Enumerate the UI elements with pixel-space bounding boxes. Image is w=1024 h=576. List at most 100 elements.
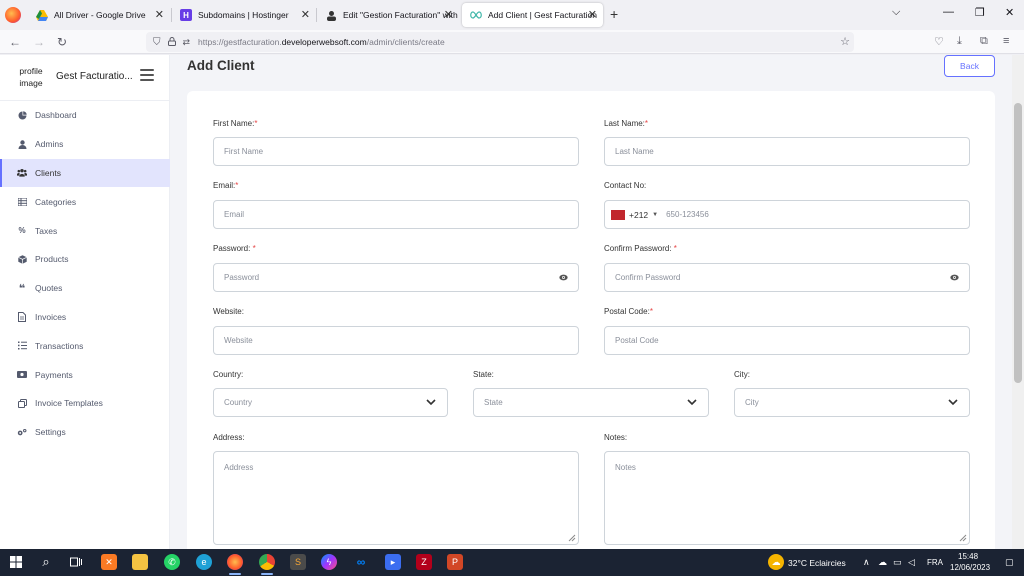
postal-code-input[interactable]: Postal Code bbox=[604, 326, 970, 355]
download-icon[interactable]: ⤓ bbox=[957, 35, 962, 48]
address-textarea[interactable]: Address bbox=[213, 451, 579, 545]
sidebar-item-invoice-templates[interactable]: Invoice Templates bbox=[0, 389, 170, 418]
tab-add-client[interactable]: Add Client | Gest Facturation ✕ bbox=[462, 3, 603, 27]
windows-start-icon[interactable] bbox=[8, 554, 24, 570]
resize-grip-icon[interactable] bbox=[568, 534, 576, 542]
chevron-down-icon[interactable] bbox=[686, 396, 698, 408]
tab-hostinger[interactable]: H Subdomains | Hostinger ✕ bbox=[172, 3, 316, 27]
language-indicator[interactable]: FRA bbox=[927, 558, 943, 567]
clock-date[interactable]: 12/06/2023 bbox=[950, 563, 990, 572]
firefox-taskbar-icon[interactable] bbox=[227, 554, 243, 570]
sidebar-item-label: Settings bbox=[35, 427, 66, 438]
morocco-flag-icon[interactable] bbox=[611, 209, 625, 220]
close-window-icon[interactable]: ✕ bbox=[1005, 6, 1014, 19]
minimize-icon[interactable]: — bbox=[943, 6, 954, 18]
messenger-icon[interactable]: ϟ bbox=[321, 554, 337, 570]
confirm-password-label: Confirm Password: * bbox=[604, 244, 677, 253]
sidebar-item-invoices[interactable]: Invoices bbox=[0, 303, 170, 332]
sidebar-item-admins[interactable]: Admins bbox=[0, 130, 170, 159]
menu-icon[interactable]: ≡ bbox=[1003, 35, 1009, 47]
eye-icon[interactable] bbox=[559, 273, 568, 282]
sidebar-item-dashboard[interactable]: Dashboard bbox=[0, 101, 170, 130]
sidebar-item-taxes[interactable]: % Taxes bbox=[0, 216, 170, 245]
sublime-text-icon[interactable]: S bbox=[290, 554, 306, 570]
close-tab-icon[interactable]: ✕ bbox=[588, 8, 597, 21]
country-select[interactable]: Country bbox=[213, 388, 448, 417]
weather-text[interactable]: 32°C Eclaircies bbox=[788, 558, 846, 568]
lock-icon[interactable] bbox=[167, 36, 176, 48]
reload-icon[interactable]: ↻ bbox=[57, 35, 67, 49]
password-input[interactable]: Password bbox=[213, 263, 579, 292]
back-button[interactable]: Back bbox=[944, 55, 995, 77]
notifications-icon[interactable]: ▢ bbox=[1005, 557, 1014, 568]
contact-input[interactable]: +212 ▼ 650-123456 bbox=[604, 200, 970, 229]
onedrive-icon[interactable]: ☁ bbox=[878, 557, 887, 568]
weather-icon[interactable]: ☁ bbox=[768, 554, 784, 570]
close-tab-icon[interactable]: ✕ bbox=[301, 8, 310, 21]
url-text[interactable]: https://gestfacturation.developerwebsoft… bbox=[198, 37, 445, 47]
pocket-icon[interactable]: ♡ bbox=[934, 35, 944, 48]
scrollbar-thumb[interactable] bbox=[1014, 103, 1022, 383]
meta-icon[interactable]: ∞ bbox=[353, 554, 369, 570]
state-select[interactable]: State bbox=[473, 388, 709, 417]
address-bar[interactable]: ⛉ ⇄ https://gestfacturation.developerweb… bbox=[146, 32, 854, 52]
confirm-password-input[interactable]: Confirm Password bbox=[604, 263, 970, 292]
sidebar-item-clients[interactable]: Clients bbox=[0, 158, 170, 188]
tab-elementor[interactable]: Edit "Gestion Facturation" with ✕ bbox=[317, 3, 459, 27]
brand-name[interactable]: Gest Facturatio... bbox=[56, 71, 133, 82]
app-icon[interactable]: ▸ bbox=[385, 554, 401, 570]
file-explorer-icon[interactable] bbox=[132, 554, 148, 570]
sidebar-item-label: Quotes bbox=[35, 283, 63, 294]
volume-icon[interactable]: ◁ bbox=[908, 557, 915, 568]
chevron-up-icon[interactable]: ∧ bbox=[863, 557, 870, 568]
chevron-down-icon[interactable] bbox=[947, 396, 959, 408]
sidebar-item-payments[interactable]: Payments bbox=[0, 360, 170, 389]
notes-textarea[interactable]: Notes bbox=[604, 451, 970, 545]
sidebar-item-settings[interactable]: Settings bbox=[0, 418, 170, 447]
xampp-icon[interactable]: ✕ bbox=[101, 554, 117, 570]
filezilla-icon[interactable]: Z bbox=[416, 554, 432, 570]
close-tab-icon[interactable]: ✕ bbox=[444, 8, 453, 21]
tab-google-drive[interactable]: All Driver - Google Drive ✕ bbox=[28, 3, 170, 27]
dial-code[interactable]: +212 bbox=[629, 210, 648, 220]
city-select[interactable]: City bbox=[734, 388, 970, 417]
network-icon[interactable]: ▭ bbox=[893, 557, 902, 568]
last-name-input[interactable]: Last Name bbox=[604, 137, 970, 166]
sidebar-item-quotes[interactable]: ❝ Quotes bbox=[0, 274, 170, 303]
permissions-icon[interactable]: ⇄ bbox=[183, 37, 191, 48]
first-name-input[interactable]: First Name bbox=[213, 137, 579, 166]
sidebar-item-categories[interactable]: Categories bbox=[0, 187, 170, 216]
chevron-down-icon[interactable]: ⌵ bbox=[892, 6, 900, 19]
website-input[interactable]: Website bbox=[213, 326, 579, 355]
forward-arrow-icon[interactable]: → bbox=[33, 35, 45, 49]
tab-title: Subdomains | Hostinger bbox=[198, 10, 289, 20]
powerpoint-icon[interactable]: P bbox=[447, 554, 463, 570]
firefox-icon[interactable] bbox=[5, 7, 21, 23]
close-tab-icon[interactable]: ✕ bbox=[155, 8, 164, 21]
edge-icon[interactable]: e bbox=[196, 554, 212, 570]
profile-image[interactable]: profile image bbox=[16, 65, 46, 89]
email-input[interactable]: Email bbox=[213, 200, 579, 229]
whatsapp-icon[interactable]: ✆ bbox=[164, 554, 180, 570]
shield-icon[interactable]: ⛉ bbox=[153, 37, 161, 48]
browser-window: All Driver - Google Drive ✕ H Subdomains… bbox=[0, 0, 1024, 576]
caret-down-icon[interactable]: ▼ bbox=[652, 212, 658, 218]
chevron-down-icon[interactable] bbox=[425, 396, 437, 408]
sidebar-item-transactions[interactable]: Transactions bbox=[0, 331, 170, 360]
clock-time[interactable]: 15:48 bbox=[958, 552, 978, 561]
page-scrollbar[interactable] bbox=[1012, 55, 1024, 549]
chrome-icon[interactable] bbox=[259, 554, 275, 570]
eye-icon[interactable] bbox=[950, 273, 959, 282]
bookmark-star-icon[interactable]: ☆ bbox=[840, 35, 850, 48]
resize-grip-icon[interactable] bbox=[959, 534, 967, 542]
task-view-icon[interactable] bbox=[68, 554, 84, 570]
file-icon bbox=[17, 311, 27, 322]
search-icon[interactable]: ⌕ bbox=[38, 554, 54, 570]
back-arrow-icon[interactable]: ← bbox=[9, 35, 21, 49]
restore-icon[interactable]: ❐ bbox=[975, 6, 985, 19]
sidebar-item-products[interactable]: Products bbox=[0, 245, 170, 274]
hamburger-menu-icon[interactable] bbox=[140, 69, 154, 81]
new-tab-icon[interactable]: + bbox=[610, 6, 618, 22]
list-icon bbox=[17, 197, 27, 207]
extensions-icon[interactable]: ⧉ bbox=[980, 35, 988, 48]
